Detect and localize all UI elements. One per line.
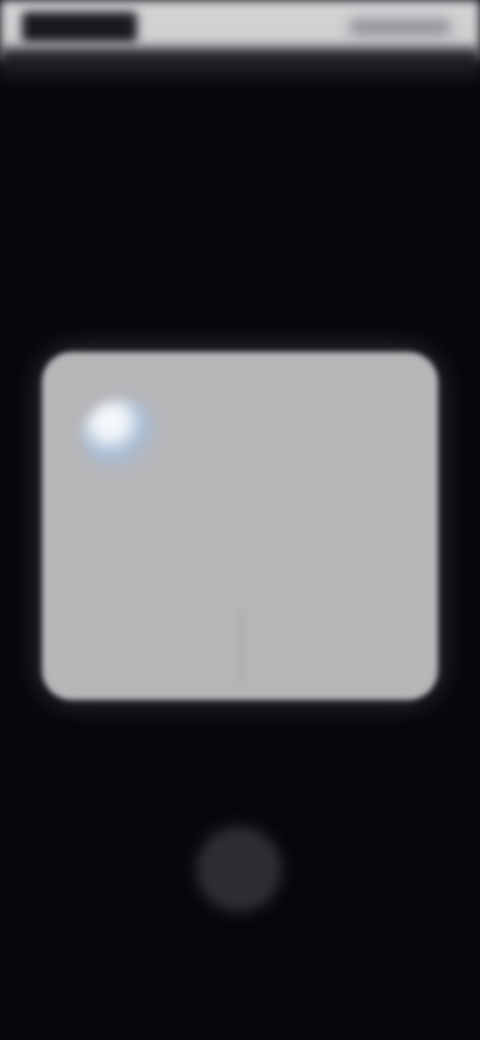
circle-button-icon[interactable] (198, 828, 280, 910)
app-icon (82, 400, 162, 472)
dialog-left-button[interactable] (90, 644, 214, 670)
status-time (22, 12, 137, 42)
dialog-right-button[interactable] (262, 644, 382, 670)
status-bar-shadow (0, 48, 480, 88)
dialog-button-divider (240, 612, 242, 682)
status-indicators (350, 20, 450, 34)
permission-dialog (42, 352, 438, 700)
